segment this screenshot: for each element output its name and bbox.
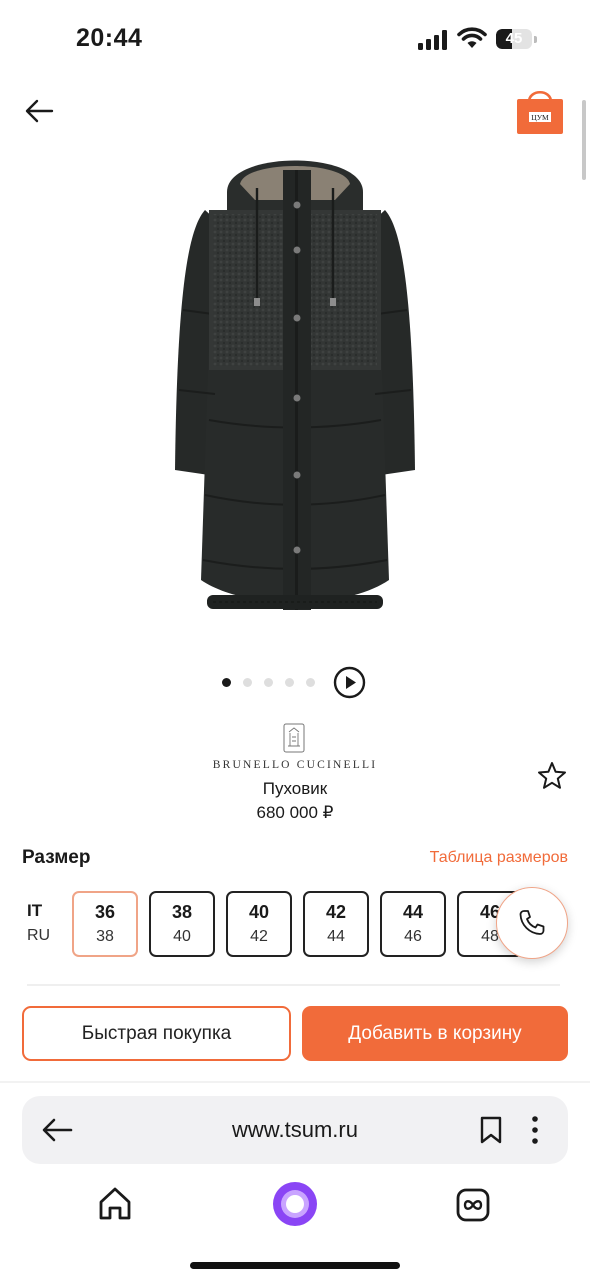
battery-level: 45 [505, 30, 523, 47]
carousel-dot[interactable] [285, 678, 294, 687]
carousel-dot[interactable] [243, 678, 252, 687]
home-indicator[interactable] [190, 1262, 400, 1269]
signal-icon [418, 30, 447, 50]
bookmark-icon [480, 1116, 502, 1144]
size-it-value: 38 [171, 902, 193, 922]
size-it-value: 36 [94, 902, 116, 922]
add-to-cart-button[interactable]: Добавить в корзину [302, 1006, 568, 1061]
carousel-dot[interactable] [306, 678, 315, 687]
size-heading: Размер [22, 847, 91, 868]
brand-name[interactable]: BRUNELLO CUCINELLI [150, 759, 440, 771]
star-outline-icon [538, 762, 566, 789]
size-option[interactable]: 40 42 [226, 891, 292, 957]
wifi-icon [457, 27, 487, 48]
size-chart-link[interactable]: Таблица размеров [430, 849, 568, 867]
quick-buy-button[interactable]: Быстрая покупка [22, 1006, 291, 1061]
carousel-dot[interactable] [222, 678, 231, 687]
carousel-dots[interactable] [222, 677, 315, 689]
status-time: 20:44 [76, 24, 143, 52]
bookmark-button[interactable] [478, 1115, 504, 1145]
home-button[interactable] [95, 1184, 135, 1224]
size-it-value: 40 [248, 902, 270, 922]
browser-back-button[interactable] [40, 1114, 74, 1146]
size-option[interactable]: 42 44 [303, 891, 369, 957]
phone-icon [519, 910, 545, 935]
size-label-it: IT [27, 901, 43, 920]
shopping-bag-icon: ЦУМ [517, 90, 563, 134]
tabs-button[interactable] [454, 1186, 492, 1224]
size-ru-value: 38 [96, 928, 114, 945]
size-label-ru: RU [27, 927, 51, 944]
home-icon [99, 1187, 131, 1220]
brand-logo [283, 723, 305, 753]
cart-button[interactable]: ЦУМ [515, 86, 565, 136]
browser-address-bar[interactable]: www.tsum.ru [22, 1096, 568, 1164]
status-bar: 20:44 45 [0, 0, 590, 80]
play-video-button[interactable] [333, 666, 366, 699]
product-price: 680 000 ₽ [256, 803, 334, 822]
product-image[interactable] [165, 140, 425, 630]
browser-menu-button[interactable] [525, 1114, 545, 1146]
cart-badge-text: ЦУМ [531, 113, 549, 122]
size-ru-value: 44 [327, 928, 345, 945]
size-ru-value: 42 [250, 928, 268, 945]
alice-assistant-button[interactable] [271, 1180, 319, 1228]
size-option[interactable]: 44 46 [380, 891, 446, 957]
browser-url[interactable]: www.tsum.ru [162, 1117, 428, 1143]
page-scrollbar[interactable] [582, 100, 586, 180]
size-ru-value: 46 [404, 928, 422, 945]
divider [27, 984, 560, 986]
size-it-value: 42 [325, 902, 347, 922]
size-option[interactable]: 38 40 [149, 891, 215, 957]
size-it-value: 44 [402, 902, 424, 922]
size-ru-value: 40 [173, 928, 191, 945]
size-option[interactable]: 36 38 [72, 891, 138, 957]
product-title: Пуховик [262, 779, 328, 798]
divider [0, 1081, 590, 1083]
carousel-dot[interactable] [264, 678, 273, 687]
call-button[interactable] [496, 887, 568, 959]
back-button[interactable] [22, 94, 56, 128]
battery-indicator: 45 [496, 29, 538, 49]
favorite-button[interactable] [536, 760, 568, 792]
